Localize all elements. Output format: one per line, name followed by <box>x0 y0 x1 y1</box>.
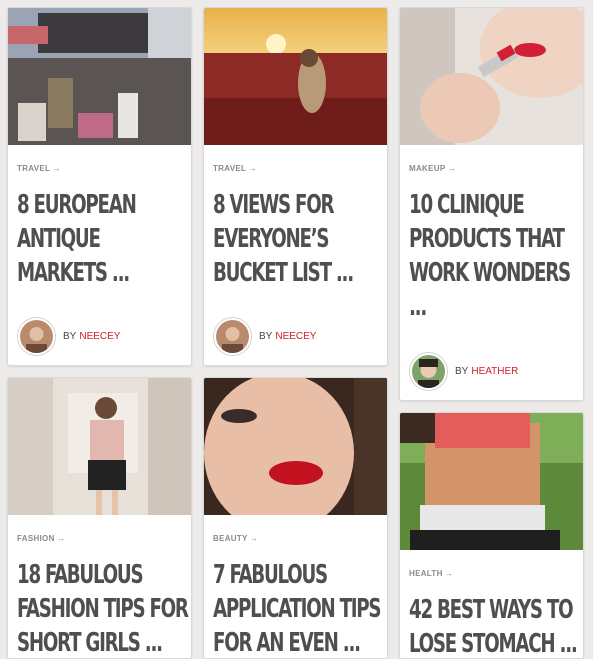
by-label: BY <box>455 366 469 377</box>
category-label[interactable]: TRAVEL → <box>17 164 191 176</box>
author-name-link[interactable]: NEECEY <box>79 331 120 342</box>
article-card[interactable]: TRAVEL → 8 VIEWS FOR EVERYONE’S BUCKET L… <box>203 7 388 366</box>
article-title[interactable]: 10 CLINIQUE PRODUCTS THAT WORK WONDERS .… <box>409 188 581 324</box>
author-avatar[interactable] <box>214 318 251 355</box>
article-thumbnail[interactable] <box>400 8 583 145</box>
article-card[interactable]: HEALTH → 42 BEST WAYS TO LOSE STOMACH ..… <box>399 412 584 659</box>
article-card[interactable]: MAKEUP → 10 CLINIQUE PRODUCTS THAT WORK … <box>399 7 584 401</box>
article-title[interactable]: 8 VIEWS FOR EVERYONE’S BUCKET LIST ... <box>213 188 385 290</box>
author-avatar[interactable] <box>18 318 55 355</box>
article-title[interactable]: 42 BEST WAYS TO LOSE STOMACH ... <box>409 593 581 658</box>
author-byline: BY HEATHER <box>410 353 518 390</box>
article-thumbnail[interactable] <box>204 378 387 515</box>
category-label[interactable]: TRAVEL → <box>213 164 387 176</box>
category-label[interactable]: FASHION → <box>17 534 191 546</box>
article-card[interactable]: FASHION → 18 FABULOUS FASHION TIPS FOR S… <box>7 377 192 659</box>
article-card[interactable]: BEAUTY → 7 FABULOUS APPLICATION TIPS FOR… <box>203 377 388 659</box>
author-avatar[interactable] <box>410 353 447 390</box>
article-title[interactable]: 18 FABULOUS FASHION TIPS FOR SHORT GIRLS… <box>17 558 189 658</box>
by-label: BY <box>259 331 273 342</box>
author-name-link[interactable]: NEECEY <box>275 331 316 342</box>
article-card[interactable]: TRAVEL → 8 EUROPEAN ANTIQUE MARKETS ... … <box>7 7 192 366</box>
article-thumbnail[interactable] <box>204 8 387 145</box>
category-label[interactable]: HEALTH → <box>409 569 583 581</box>
article-title[interactable]: 7 FABULOUS APPLICATION TIPS FOR AN EVEN … <box>213 558 385 658</box>
category-label[interactable]: MAKEUP → <box>409 164 583 176</box>
article-thumbnail[interactable] <box>8 378 191 515</box>
article-thumbnail[interactable] <box>400 413 583 550</box>
by-label: BY <box>63 331 77 342</box>
author-byline: BY NEECEY <box>18 318 120 355</box>
author-name-link[interactable]: HEATHER <box>471 366 518 377</box>
article-title[interactable]: 8 EUROPEAN ANTIQUE MARKETS ... <box>17 188 189 290</box>
author-byline: BY NEECEY <box>214 318 316 355</box>
category-label[interactable]: BEAUTY → <box>213 534 387 546</box>
article-thumbnail[interactable] <box>8 8 191 145</box>
